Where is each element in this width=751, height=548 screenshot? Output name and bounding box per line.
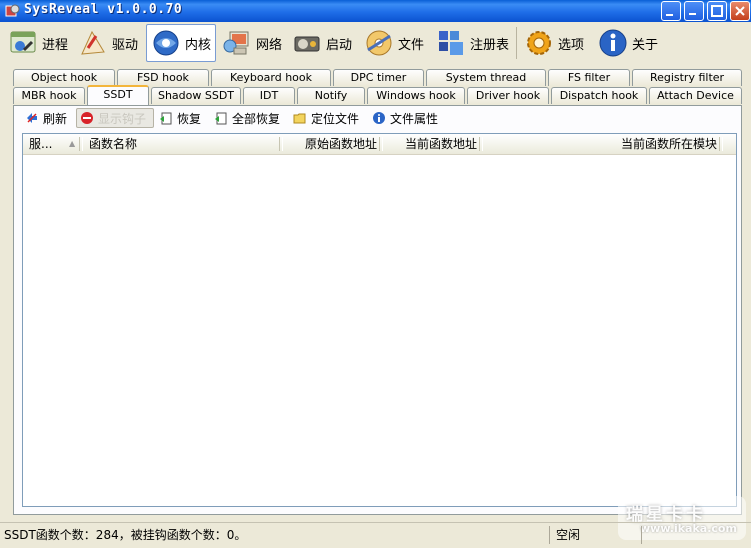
window-title: SysReveal v1.0.0.70: [24, 2, 183, 17]
process-icon: [10, 31, 36, 53]
toolbar-options-label: 选项: [558, 37, 585, 53]
column-service-label: 服...: [29, 137, 53, 151]
toolbar-network-label: 网络: [256, 37, 283, 53]
toolbar-network-button[interactable]: 网络: [218, 24, 286, 62]
tab-ssdt[interactable]: SSDT: [87, 85, 149, 105]
toolbar-driver-button[interactable]: 驱动: [74, 24, 144, 62]
toolbar-options-button[interactable]: 选项: [520, 24, 592, 62]
status-bar: SSDT函数个数：284，被挂钩函数个数：0。 空闲: [0, 522, 751, 548]
toolbar-process-button[interactable]: 进程: [4, 24, 72, 62]
toolbar-registry-label: 注册表: [470, 37, 510, 53]
status-state: 空闲: [552, 526, 642, 544]
show-hooks-button[interactable]: 显示钩子: [76, 108, 154, 128]
restore-all-icon: [215, 112, 227, 125]
options-icon: [527, 31, 551, 55]
refresh-button[interactable]: 刷新: [22, 108, 70, 128]
column-header-current-module[interactable]: 当前函数所在模块: [483, 134, 723, 154]
toolbar-startup-label: 启动: [326, 37, 353, 53]
tab-object-hook[interactable]: Object hook: [13, 69, 115, 86]
column-header-function-name[interactable]: 函数名称: [83, 134, 283, 154]
about-icon: [599, 29, 627, 57]
restore-doc-icon: [160, 112, 172, 125]
restore-all-button[interactable]: 全部恢复: [211, 108, 283, 128]
column-header-service[interactable]: 服... ▲: [23, 134, 83, 154]
column-separator: [719, 137, 723, 151]
minimize-icon: [666, 14, 673, 16]
app-icon: [5, 4, 20, 17]
list-header: 服... ▲ 函数名称 原始函数地址 当前函数地址 当前函数所在模块: [23, 134, 736, 155]
locate-file-label: 定位文件: [311, 111, 360, 126]
close-button[interactable]: [730, 1, 750, 21]
tab-notify[interactable]: Notify: [297, 87, 365, 104]
tab-fs-filter[interactable]: FS filter: [548, 69, 630, 86]
kernel-icon: [153, 30, 179, 56]
minimize-button[interactable]: [661, 1, 681, 21]
maximize-icon: [711, 5, 723, 17]
toolbar-kernel-button[interactable]: 内核: [146, 24, 216, 62]
column-current-module-label: 当前函数所在模块: [620, 137, 717, 151]
column-header-original-address[interactable]: 原始函数地址: [283, 134, 383, 154]
folder-icon: [293, 113, 306, 124]
refresh-label: 刷新: [43, 111, 68, 126]
column-current-address-label: 当前函数地址: [404, 137, 477, 151]
toolbar-about-label: 关于: [632, 37, 659, 53]
restore-button[interactable]: 恢复: [156, 108, 204, 128]
toolbar-kernel-label: 内核: [185, 37, 212, 53]
network-icon: [223, 31, 249, 55]
toolbar-file-label: 文件: [398, 37, 425, 53]
sort-ascending-icon: ▲: [69, 139, 76, 148]
startup-icon: [294, 36, 320, 52]
info-icon: [373, 112, 385, 124]
registry-icon: [439, 31, 463, 55]
driver-icon: [81, 30, 105, 55]
toolbar-driver-label: 驱动: [112, 37, 139, 53]
toolbar-registry-button[interactable]: 注册表: [432, 24, 512, 62]
file-properties-label: 文件属性: [390, 111, 439, 126]
tab-fsd-hook[interactable]: FSD hook: [117, 69, 209, 86]
tab-windows-hook[interactable]: Windows hook: [367, 87, 465, 104]
tab-dispatch-hook[interactable]: Dispatch hook: [551, 87, 647, 104]
close-icon: [735, 6, 745, 16]
toolbar-separator: [516, 27, 517, 59]
toolbar-process-label: 进程: [42, 37, 69, 53]
restore-icon: [689, 13, 696, 15]
ssdt-list[interactable]: 服... ▲ 函数名称 原始函数地址 当前函数地址 当前函数所在模块: [22, 133, 737, 507]
file-properties-button[interactable]: 文件属性: [369, 108, 441, 128]
status-info: SSDT函数个数：284，被挂钩函数个数：0。: [0, 526, 550, 544]
refresh-icon: [27, 113, 37, 123]
tab-registry-filter[interactable]: Registry filter: [632, 69, 742, 86]
maximize-button[interactable]: [707, 1, 727, 21]
tab-attach-device[interactable]: Attach Device: [649, 87, 742, 104]
tab-mbr-hook[interactable]: MBR hook: [13, 87, 85, 104]
show-hooks-label: 显示钩子: [98, 111, 147, 126]
title-bar[interactable]: SysReveal v1.0.0.70: [0, 0, 751, 22]
restore-all-label: 全部恢复: [232, 111, 281, 126]
tab-row-2: MBR hook SSDT Shadow SSDT IDT Notify Win…: [0, 85, 751, 105]
tab-shadow-ssdt[interactable]: Shadow SSDT: [151, 87, 241, 104]
locate-file-button[interactable]: 定位文件: [290, 108, 362, 128]
tab-driver-hook[interactable]: Driver hook: [467, 87, 549, 104]
tab-idt[interactable]: IDT: [243, 87, 295, 104]
toolbar-about-button[interactable]: 关于: [594, 24, 664, 62]
main-toolbar: 进程 驱动 内核 网络 启动 文件 注册表 选项 关于: [0, 23, 751, 65]
file-icon: [366, 30, 392, 56]
toolbar-startup-button[interactable]: 启动: [288, 24, 358, 62]
restore-label: 恢复: [177, 111, 202, 126]
column-function-name-label: 函数名称: [89, 137, 138, 151]
stop-icon: [81, 112, 93, 124]
restore-button[interactable]: [684, 1, 704, 21]
column-original-address-label: 原始函数地址: [304, 137, 377, 151]
column-header-current-address[interactable]: 当前函数地址: [383, 134, 483, 154]
tab-dpc-timer[interactable]: DPC timer: [333, 69, 424, 86]
tab-keyboard-hook[interactable]: Keyboard hook: [211, 69, 331, 86]
toolbar-file-button[interactable]: 文件: [360, 24, 430, 62]
tab-system-thread[interactable]: System thread: [426, 69, 546, 86]
